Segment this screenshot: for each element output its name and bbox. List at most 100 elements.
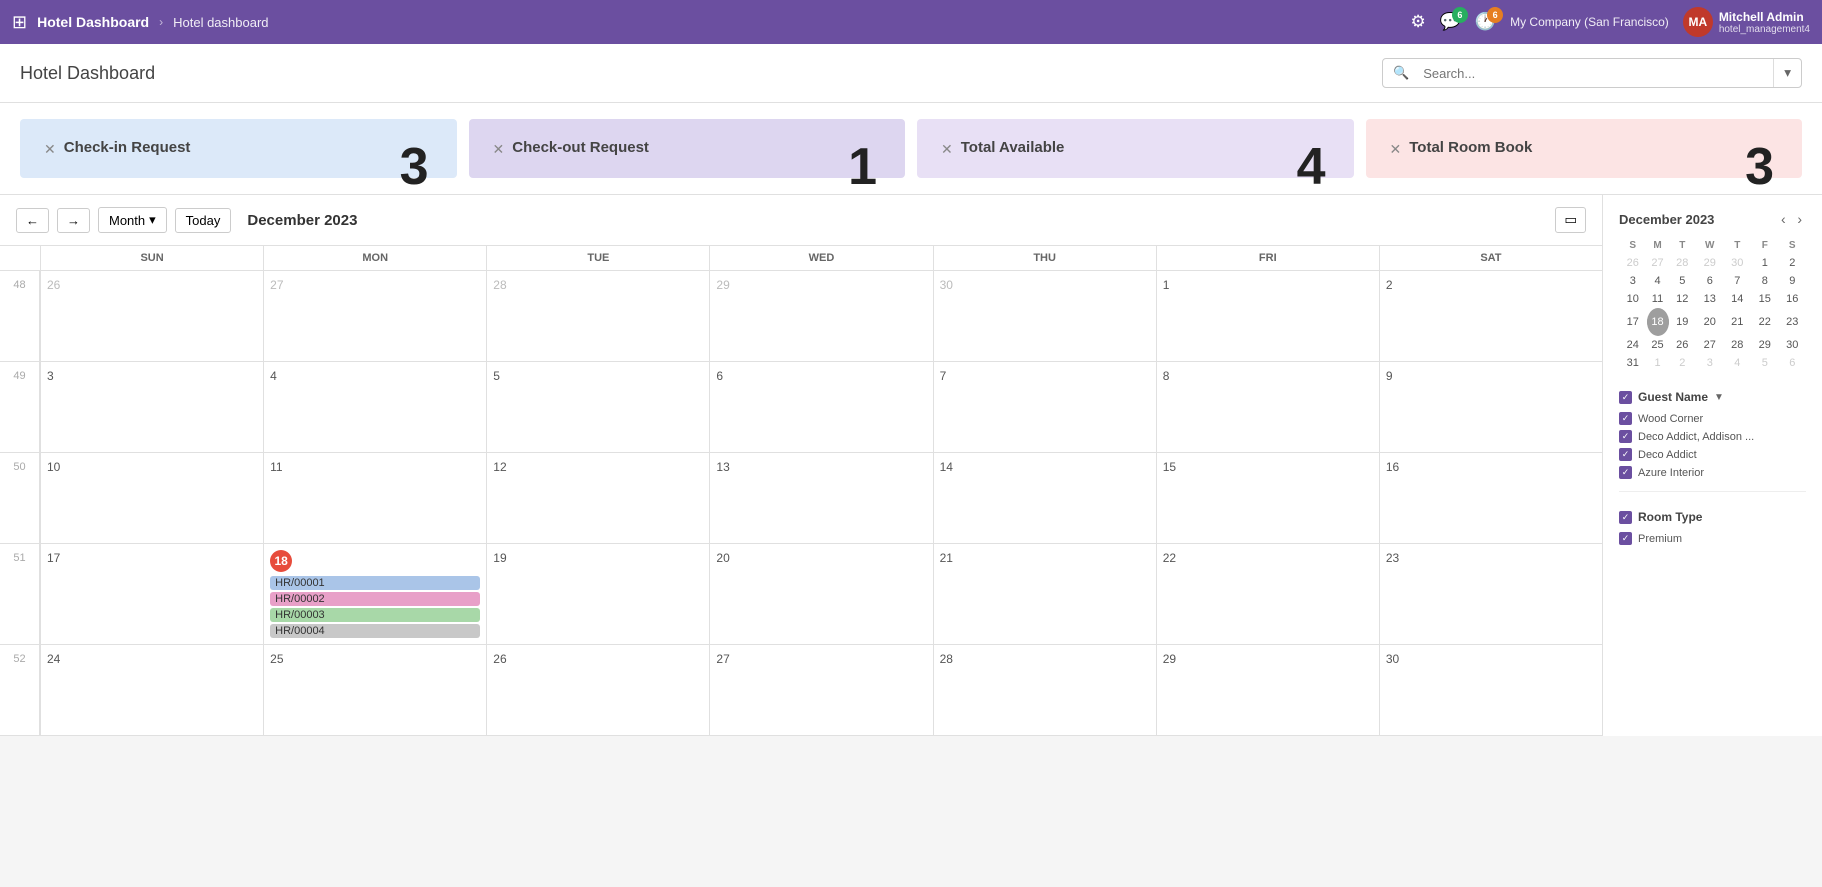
calendar-cell[interactable]: 10 bbox=[40, 453, 263, 543]
calendar-cell[interactable]: 14 bbox=[933, 453, 1156, 543]
calendar-cell[interactable]: 12 bbox=[486, 453, 709, 543]
calendar-today-button[interactable]: Today bbox=[175, 208, 232, 233]
calendar-cell[interactable]: 3 bbox=[40, 362, 263, 452]
mini-cal-day[interactable]: 28 bbox=[1669, 254, 1697, 272]
mini-cal-day[interactable]: 28 bbox=[1724, 336, 1752, 354]
mini-cal-day[interactable]: 29 bbox=[1696, 254, 1724, 272]
calendar-event[interactable]: HR/00001 bbox=[270, 576, 480, 590]
calendar-cell[interactable]: 24 bbox=[40, 645, 263, 735]
mini-cal-day[interactable]: 4 bbox=[1724, 354, 1752, 372]
calendar-cell[interactable]: 1 bbox=[1156, 271, 1379, 361]
room-filter-checkbox[interactable] bbox=[1619, 511, 1632, 524]
stat-card-close-icon[interactable]: ✕ bbox=[941, 141, 953, 158]
calendar-cell[interactable]: 27 bbox=[709, 645, 932, 735]
filter-checkbox[interactable] bbox=[1619, 466, 1632, 479]
calendar-cell[interactable]: 28 bbox=[486, 271, 709, 361]
filter-checkbox[interactable] bbox=[1619, 532, 1632, 545]
calendar-event[interactable]: HR/00004 bbox=[270, 624, 480, 638]
calendar-cell[interactable]: 20 bbox=[709, 544, 932, 644]
mini-cal-day[interactable]: 26 bbox=[1669, 336, 1697, 354]
mini-cal-day[interactable]: 12 bbox=[1669, 290, 1697, 308]
mini-cal-day[interactable]: 23 bbox=[1779, 308, 1807, 336]
settings-icon-btn[interactable]: ⚙ bbox=[1411, 12, 1426, 32]
filter-checkbox[interactable] bbox=[1619, 448, 1632, 461]
calendar-cell[interactable]: 30 bbox=[1379, 645, 1602, 735]
filter-item[interactable]: Wood Corner bbox=[1619, 412, 1806, 425]
mini-cal-day[interactable]: 21 bbox=[1724, 308, 1752, 336]
mini-cal-today[interactable]: 18 bbox=[1647, 308, 1669, 336]
mini-cal-day[interactable]: 2 bbox=[1779, 254, 1807, 272]
mini-cal-day[interactable]: 9 bbox=[1779, 272, 1807, 290]
calendar-cell[interactable]: 15 bbox=[1156, 453, 1379, 543]
calendar-cell[interactable]: 4 bbox=[263, 362, 486, 452]
mini-cal-day[interactable]: 17 bbox=[1619, 308, 1647, 336]
calendar-cell[interactable]: 17 bbox=[40, 544, 263, 644]
calendar-cell[interactable]: 6 bbox=[709, 362, 932, 452]
calendar-cell[interactable]: 22 bbox=[1156, 544, 1379, 644]
calendar-cell[interactable]: 11 bbox=[263, 453, 486, 543]
guest-filter-checkbox[interactable] bbox=[1619, 391, 1632, 404]
calendar-cell[interactable]: 26 bbox=[486, 645, 709, 735]
calendar-cell[interactable]: 21 bbox=[933, 544, 1156, 644]
mini-cal-day[interactable]: 13 bbox=[1696, 290, 1724, 308]
mini-cal-day[interactable]: 26 bbox=[1619, 254, 1647, 272]
calendar-cell[interactable]: 25 bbox=[263, 645, 486, 735]
mini-cal-day[interactable]: 6 bbox=[1779, 354, 1807, 372]
calendar-cell[interactable]: 26 bbox=[40, 271, 263, 361]
notifications-icon-btn[interactable]: 🕐 6 bbox=[1475, 12, 1496, 32]
calendar-cell[interactable]: 5 bbox=[486, 362, 709, 452]
mini-cal-day[interactable]: 30 bbox=[1724, 254, 1752, 272]
mini-cal-day[interactable]: 22 bbox=[1751, 308, 1779, 336]
calendar-cell[interactable]: 23 bbox=[1379, 544, 1602, 644]
mini-cal-day[interactable]: 7 bbox=[1724, 272, 1752, 290]
calendar-month-button[interactable]: Month ▾ bbox=[98, 207, 167, 233]
mini-cal-day[interactable]: 5 bbox=[1751, 354, 1779, 372]
filter-checkbox[interactable] bbox=[1619, 412, 1632, 425]
mini-cal-day[interactable]: 20 bbox=[1696, 308, 1724, 336]
calendar-prev-button[interactable]: ← bbox=[16, 208, 49, 233]
calendar-view-toggle-button[interactable]: ▭ bbox=[1555, 207, 1586, 233]
stat-card-close-icon[interactable]: ✕ bbox=[44, 141, 56, 158]
mini-cal-day[interactable]: 15 bbox=[1751, 290, 1779, 308]
calendar-cell[interactable]: 30 bbox=[933, 271, 1156, 361]
filter-item[interactable]: Azure Interior bbox=[1619, 466, 1806, 479]
messages-icon-btn[interactable]: 💬 6 bbox=[1440, 12, 1461, 32]
calendar-next-button[interactable]: → bbox=[57, 208, 90, 233]
calendar-cell[interactable]: 28 bbox=[933, 645, 1156, 735]
calendar-cell[interactable]: 19 bbox=[486, 544, 709, 644]
stat-card-close-icon[interactable]: ✕ bbox=[493, 141, 505, 158]
mini-cal-day[interactable]: 11 bbox=[1647, 290, 1669, 308]
mini-cal-day[interactable]: 4 bbox=[1647, 272, 1669, 290]
filter-checkbox[interactable] bbox=[1619, 430, 1632, 443]
calendar-cell[interactable]: 29 bbox=[1156, 645, 1379, 735]
calendar-event[interactable]: HR/00003 bbox=[270, 608, 480, 622]
mini-cal-day[interactable]: 3 bbox=[1619, 272, 1647, 290]
mini-cal-day[interactable]: 24 bbox=[1619, 336, 1647, 354]
search-dropdown-button[interactable]: ▾ bbox=[1773, 59, 1801, 87]
mini-cal-day[interactable]: 19 bbox=[1669, 308, 1697, 336]
mini-cal-day[interactable]: 29 bbox=[1751, 336, 1779, 354]
mini-cal-day[interactable]: 3 bbox=[1696, 354, 1724, 372]
mini-cal-day[interactable]: 27 bbox=[1696, 336, 1724, 354]
mini-cal-day[interactable]: 2 bbox=[1669, 354, 1697, 372]
mini-cal-prev-button[interactable]: ‹ bbox=[1777, 211, 1790, 227]
filter-item[interactable]: Deco Addict bbox=[1619, 448, 1806, 461]
calendar-cell[interactable]: 8 bbox=[1156, 362, 1379, 452]
calendar-event[interactable]: HR/00002 bbox=[270, 592, 480, 606]
calendar-cell[interactable]: 18HR/00001HR/00002HR/00003HR/00004 bbox=[263, 544, 486, 644]
calendar-cell[interactable]: 13 bbox=[709, 453, 932, 543]
calendar-cell[interactable]: 2 bbox=[1379, 271, 1602, 361]
filter-item[interactable]: Premium bbox=[1619, 532, 1806, 545]
user-info[interactable]: MA Mitchell Admin hotel_management4 bbox=[1683, 7, 1810, 37]
calendar-cell[interactable]: 16 bbox=[1379, 453, 1602, 543]
mini-cal-day[interactable]: 14 bbox=[1724, 290, 1752, 308]
calendar-cell[interactable]: 29 bbox=[709, 271, 932, 361]
mini-cal-day[interactable]: 10 bbox=[1619, 290, 1647, 308]
mini-cal-day[interactable]: 5 bbox=[1669, 272, 1697, 290]
mini-cal-day[interactable]: 8 bbox=[1751, 272, 1779, 290]
calendar-cell[interactable]: 9 bbox=[1379, 362, 1602, 452]
mini-cal-day[interactable]: 27 bbox=[1647, 254, 1669, 272]
mini-cal-day[interactable]: 30 bbox=[1779, 336, 1807, 354]
mini-cal-day[interactable]: 1 bbox=[1751, 254, 1779, 272]
stat-card-close-icon[interactable]: ✕ bbox=[1390, 141, 1402, 158]
